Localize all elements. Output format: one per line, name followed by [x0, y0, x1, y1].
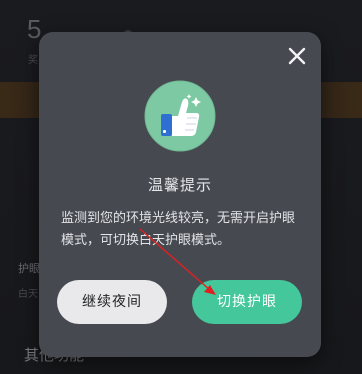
background-row-label: 护眼 — [18, 262, 40, 275]
continue-night-button[interactable]: 继续夜间 — [57, 280, 167, 324]
background-label: 奖 — [28, 55, 38, 66]
switch-eye-care-button[interactable]: 切换护眼 — [192, 280, 302, 324]
close-icon[interactable] — [285, 44, 309, 68]
thumbs-up-icon — [144, 80, 216, 152]
dialog-title: 温馨提示 — [147, 176, 212, 194]
background-row-sub: 白天 — [18, 289, 38, 300]
app-screen: 5 奖 护眼 白天 其他功能 温馨 — [0, 0, 362, 374]
dialog-message: 监测到您的环境光线较亮，无需开启护眼模式，可切换白天护眼模式。 — [61, 211, 296, 248]
tip-dialog: 温馨提示 监测到您的环境光线较亮，无需开启护眼模式，可切换白天护眼模式。 继续夜… — [39, 32, 321, 357]
